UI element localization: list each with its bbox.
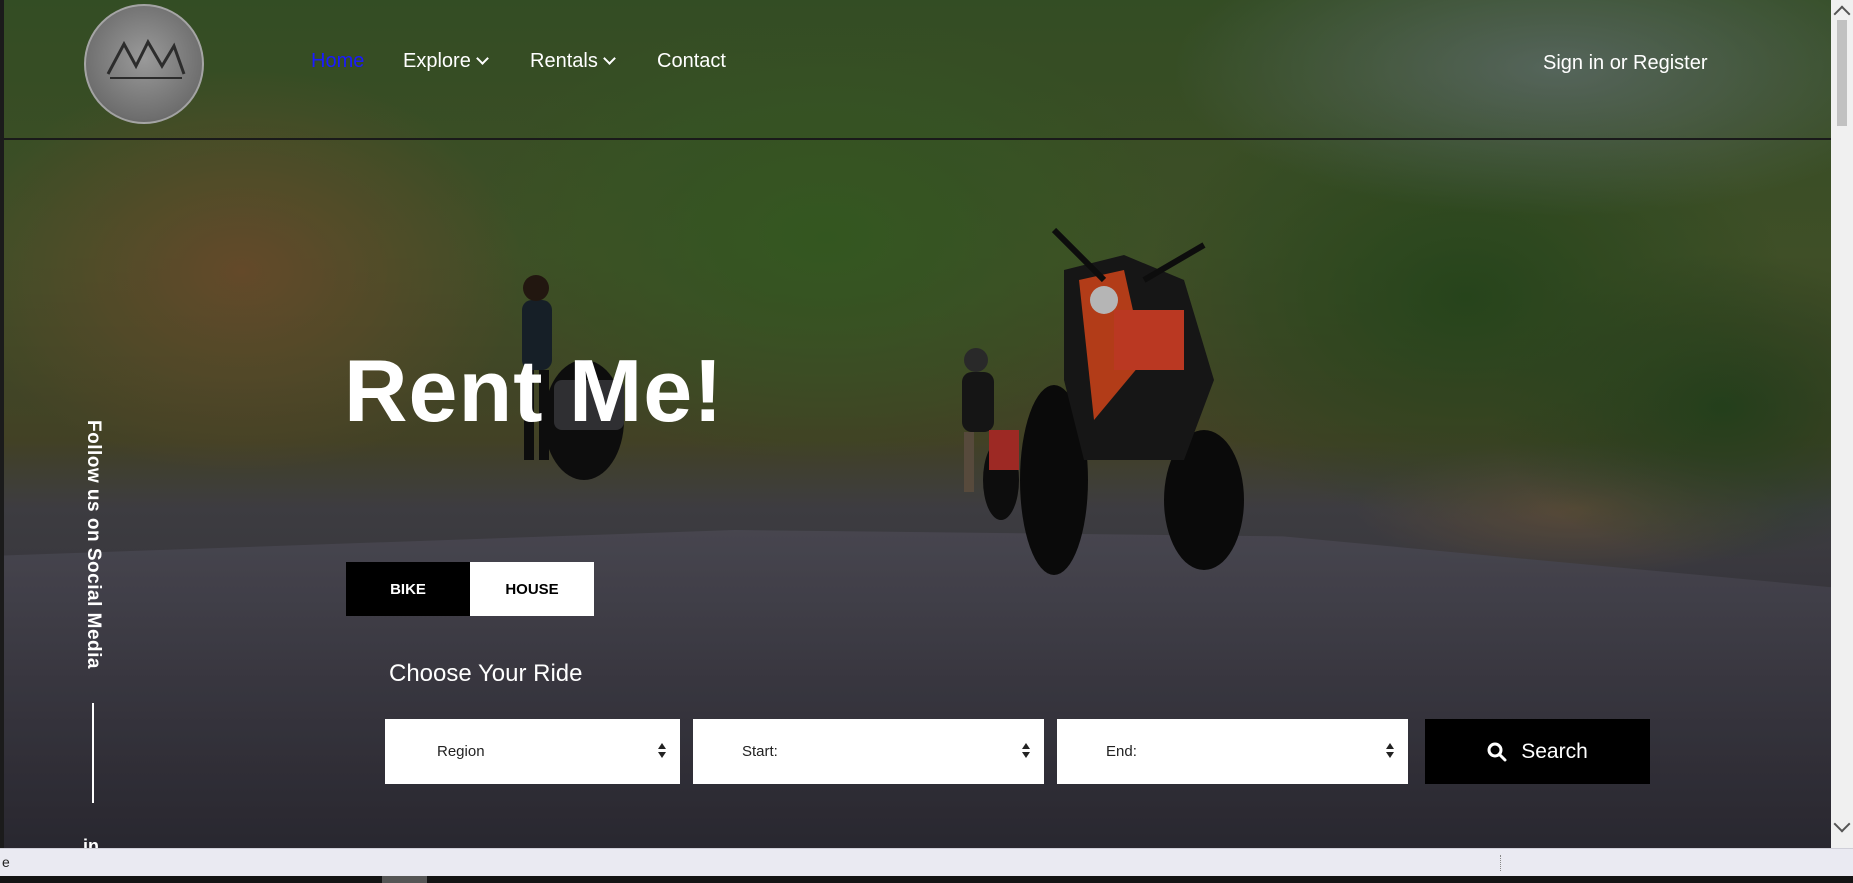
nav-explore-label: Explore: [403, 50, 471, 72]
end-date-select[interactable]: End:: [1057, 719, 1408, 784]
nav-explore[interactable]: Explore: [403, 50, 489, 73]
status-separator: [1500, 855, 1502, 871]
brand-logo[interactable]: [84, 4, 204, 124]
chevron-down-icon: [475, 52, 489, 65]
region-select[interactable]: Region: [385, 719, 680, 784]
scroll-down-icon[interactable]: [1833, 815, 1851, 833]
taskbar: [0, 876, 1853, 883]
search-icon: [1487, 742, 1507, 761]
page-scrollbar[interactable]: [1831, 0, 1853, 848]
nav-home-label: Home: [311, 50, 365, 72]
signin-register-link[interactable]: Sign in or Register: [1543, 52, 1708, 75]
browser-status-bar: e: [0, 848, 1853, 877]
nav-contact-label: Contact: [657, 50, 726, 72]
start-date-value: Start:: [742, 743, 778, 760]
choose-ride-heading: Choose Your Ride: [389, 660, 583, 687]
tab-bike[interactable]: BIKE: [346, 562, 470, 616]
tab-house[interactable]: HOUSE: [470, 562, 594, 616]
region-select-value: Region: [437, 743, 485, 760]
end-date-value: End:: [1106, 743, 1137, 760]
nav-rentals[interactable]: Rentals: [530, 50, 616, 73]
hero-background: Home Explore Rentals Contact Sign in or …: [4, 0, 1831, 848]
start-date-select[interactable]: Start:: [693, 719, 1044, 784]
social-divider: [92, 703, 94, 803]
linkedin-icon[interactable]: in: [83, 836, 99, 848]
taskbar-item[interactable]: [382, 876, 427, 883]
header-divider: [4, 138, 1831, 140]
scroll-thumb[interactable]: [1837, 20, 1847, 126]
hero-title: Rent Me!: [344, 341, 724, 440]
mountain-logo-icon: [106, 38, 186, 79]
status-text: e: [2, 854, 10, 870]
nav-contact[interactable]: Contact: [657, 50, 726, 73]
nav-home[interactable]: Home: [311, 50, 364, 73]
chevron-down-icon: [602, 52, 616, 65]
rental-type-tabs: BIKE HOUSE: [346, 562, 594, 616]
nav-rentals-label: Rentals: [530, 50, 598, 72]
search-button-label: Search: [1521, 739, 1588, 763]
search-button[interactable]: Search: [1425, 719, 1650, 784]
social-media-label: Follow us on Social Media: [83, 420, 104, 669]
